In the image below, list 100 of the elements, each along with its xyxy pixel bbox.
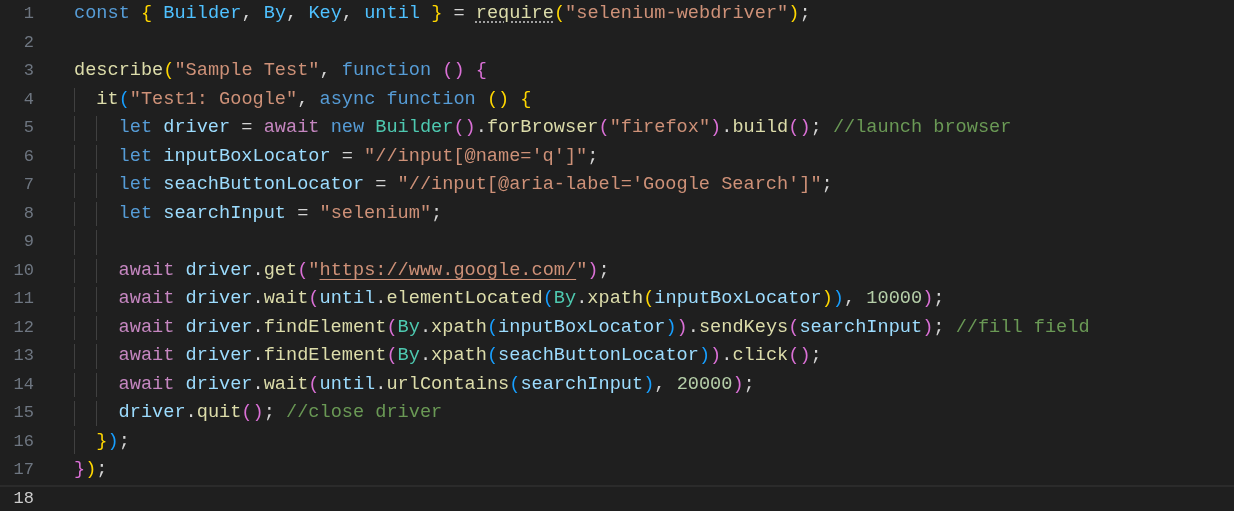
punctuation: = <box>452 2 466 26</box>
bracket: ( <box>486 315 499 340</box>
punctuation: , <box>241 2 253 26</box>
code-comment: //launch browser <box>832 116 1012 140</box>
keyword: await <box>263 116 321 140</box>
punctuation: . <box>252 315 264 340</box>
line-number: 7 <box>22 174 34 196</box>
number-literal: 10000 <box>866 287 923 311</box>
bracket: ) <box>676 315 688 340</box>
string-literal: "selenium-webdriver" <box>565 2 789 26</box>
punctuation: . <box>687 315 699 340</box>
bracket: ) <box>922 315 934 340</box>
keyword: let <box>118 116 154 140</box>
keyword: let <box>118 144 154 169</box>
bracket: ) <box>832 287 845 311</box>
punctuation: , <box>297 87 310 112</box>
function-name: click <box>732 344 789 368</box>
punctuation: = <box>296 201 310 226</box>
class-name: By <box>397 344 420 368</box>
string-literal: "//input[@aria-label='Google Search']" <box>397 173 822 197</box>
string-literal: " <box>576 258 588 283</box>
variable-name: searchInput <box>520 372 644 397</box>
keyword: const <box>74 2 131 26</box>
keyword: function <box>341 59 433 83</box>
punctuation: = <box>374 173 388 197</box>
bracket: ( <box>118 87 130 112</box>
bracket: ) <box>107 429 119 454</box>
function-name: get <box>263 258 298 283</box>
punctuation: ; <box>810 116 823 140</box>
line-number: 18 <box>12 487 34 510</box>
string-literal: "Sample Test" <box>174 59 320 83</box>
bracket: ) <box>710 116 722 140</box>
keyword: let <box>118 201 154 226</box>
variable-name: driver <box>118 401 186 425</box>
function-name: forBrowser <box>486 116 599 140</box>
url-link[interactable]: https://www.google.com/ <box>319 258 577 283</box>
line-number: 16 <box>12 430 34 453</box>
keyword: await <box>118 372 176 397</box>
line-number: 13 <box>12 345 34 367</box>
line-number: 10 <box>12 259 34 282</box>
punctuation: ; <box>933 315 946 340</box>
line-number: 12 <box>12 316 34 339</box>
constant-name: until <box>363 2 421 26</box>
line-number: 3 <box>22 60 34 82</box>
bracket: ) <box>587 258 599 283</box>
punctuation: , <box>341 2 354 26</box>
punctuation: , <box>286 2 298 26</box>
bracket: ( <box>486 344 499 368</box>
variable-name: inputBoxLocator <box>654 287 822 311</box>
variable-name: driver <box>185 315 253 340</box>
function-name: build <box>732 116 789 140</box>
bracket: () <box>486 87 510 112</box>
bracket: () <box>241 401 264 425</box>
punctuation: ; <box>263 401 276 425</box>
bracket: ) <box>710 344 722 368</box>
bracket: ( <box>509 372 521 397</box>
punctuation: ; <box>799 2 811 26</box>
punctuation: = <box>340 144 354 169</box>
string-literal: "Test1: Google" <box>129 87 298 112</box>
function-name: xpath <box>431 344 487 368</box>
bracket: () <box>442 59 465 83</box>
bracket: ( <box>386 344 398 368</box>
string-literal: "selenium" <box>319 201 432 226</box>
code-comment: //fill field <box>955 315 1090 340</box>
function-name: sendKeys <box>698 315 789 340</box>
function-name: findElement <box>263 344 387 368</box>
bracket: ) <box>922 287 934 311</box>
bracket: { <box>140 2 153 26</box>
bracket: ( <box>163 59 175 83</box>
punctuation: . <box>185 401 197 425</box>
line-number: 11 <box>12 288 34 310</box>
line-number: 5 <box>22 117 34 139</box>
string-literal: "//input[@name='q']" <box>364 144 588 169</box>
punctuation: ; <box>96 458 108 482</box>
keyword: await <box>118 344 176 368</box>
line-number: 4 <box>22 88 34 111</box>
bracket: } <box>96 429 108 454</box>
bracket: } <box>74 458 86 482</box>
keyword: new <box>330 116 366 140</box>
punctuation: . <box>419 315 432 340</box>
bracket: ( <box>297 258 309 283</box>
variable-name: driver <box>185 344 253 368</box>
punctuation: ; <box>118 429 130 454</box>
punctuation: . <box>252 287 264 311</box>
bracket: ( <box>542 287 554 311</box>
constant-name: Key <box>307 2 342 26</box>
function-name: findElement <box>263 315 387 340</box>
punctuation: , <box>844 287 857 311</box>
punctuation: . <box>252 344 264 368</box>
function-name: urlContains <box>386 372 510 397</box>
bracket: } <box>431 2 443 26</box>
string-literal: "firefox" <box>609 116 711 140</box>
punctuation: ; <box>431 201 443 226</box>
bracket: ( <box>386 315 398 340</box>
class-name: By <box>397 315 420 340</box>
punctuation: . <box>252 258 264 283</box>
line-number: 17 <box>12 459 34 481</box>
bracket: ( <box>308 287 320 311</box>
punctuation: . <box>375 287 387 311</box>
variable-name: driver <box>185 287 253 311</box>
